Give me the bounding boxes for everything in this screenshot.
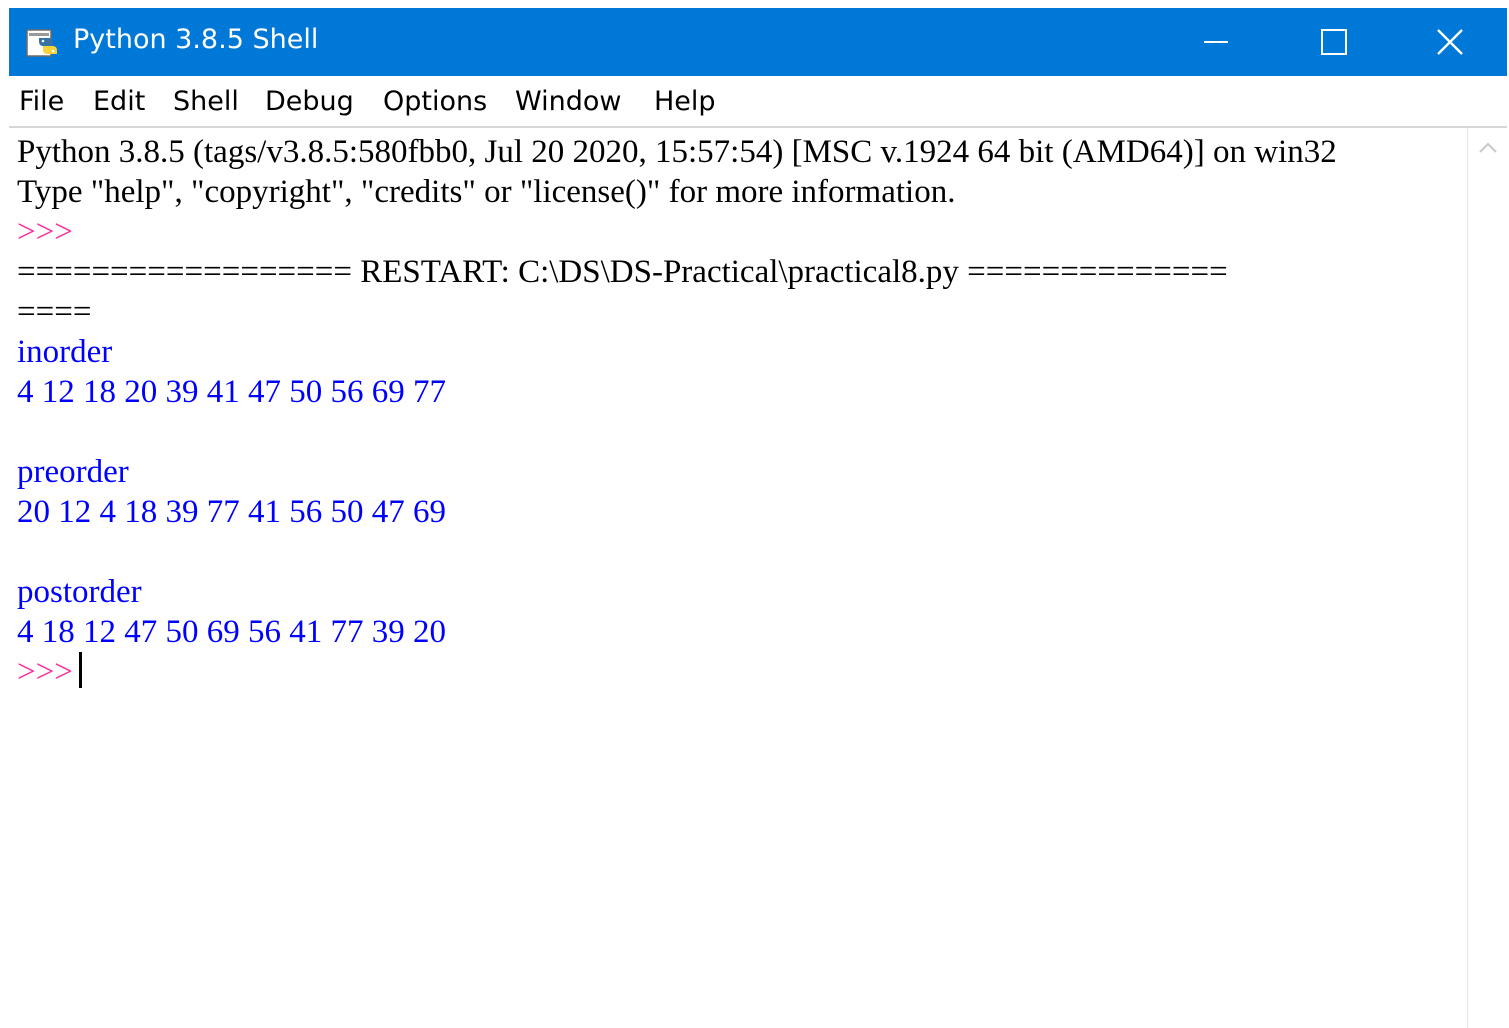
menu-edit[interactable]: Edit <box>93 86 145 118</box>
postorder-values: 4 18 12 47 50 69 56 41 77 39 20 <box>17 614 446 650</box>
vertical-scrollbar[interactable] <box>1467 128 1508 1028</box>
inorder-label: inorder <box>17 334 113 370</box>
menu-debug[interactable]: Debug <box>265 86 354 118</box>
maximize-icon <box>1321 29 1347 55</box>
restart-line-wrap: ==== <box>17 294 92 330</box>
title-bar[interactable]: Python 3.8.5 Shell <box>9 8 1507 76</box>
minimize-button[interactable] <box>1157 8 1275 76</box>
preorder-values: 20 12 4 18 39 77 41 56 50 47 69 <box>17 494 446 530</box>
postorder-label: postorder <box>17 574 142 610</box>
menu-help[interactable]: Help <box>654 86 716 118</box>
banner-version-line: Python 3.8.5 (tags/v3.8.5:580fbb0, Jul 2… <box>17 134 1337 170</box>
restart-line: ================== RESTART: C:\DS\DS-Pra… <box>17 254 1228 290</box>
chevron-up-icon[interactable] <box>1476 138 1500 158</box>
close-button[interactable] <box>1393 8 1507 76</box>
shell-text-area[interactable]: Python 3.8.5 (tags/v3.8.5:580fbb0, Jul 2… <box>9 128 1467 1028</box>
banner-help-line: Type "help", "copyright", "credits" or "… <box>17 174 956 210</box>
minimize-icon <box>1204 41 1228 43</box>
close-icon <box>1437 29 1463 55</box>
input-prompt-line[interactable]: >>> <box>17 652 82 692</box>
window-title: Python 3.8.5 Shell <box>73 24 319 55</box>
text-cursor <box>78 652 82 688</box>
preorder-label: preorder <box>17 454 129 490</box>
inorder-values: 4 12 18 20 39 41 47 50 56 69 77 <box>17 374 446 410</box>
shell-prompt: >>> <box>17 214 73 250</box>
shell-prompt-active: >>> <box>17 654 73 690</box>
maximize-button[interactable] <box>1275 8 1393 76</box>
menu-window[interactable]: Window <box>515 86 621 118</box>
menu-options[interactable]: Options <box>383 86 487 118</box>
idle-shell-window: Python 3.8.5 Shell File Edit Shell Debug… <box>0 0 1509 1028</box>
menu-shell[interactable]: Shell <box>173 86 239 118</box>
python-idle-icon[interactable] <box>25 24 61 60</box>
menu-bar: File Edit Shell Debug Options Window Hel… <box>9 76 1507 126</box>
menu-file[interactable]: File <box>19 86 64 118</box>
